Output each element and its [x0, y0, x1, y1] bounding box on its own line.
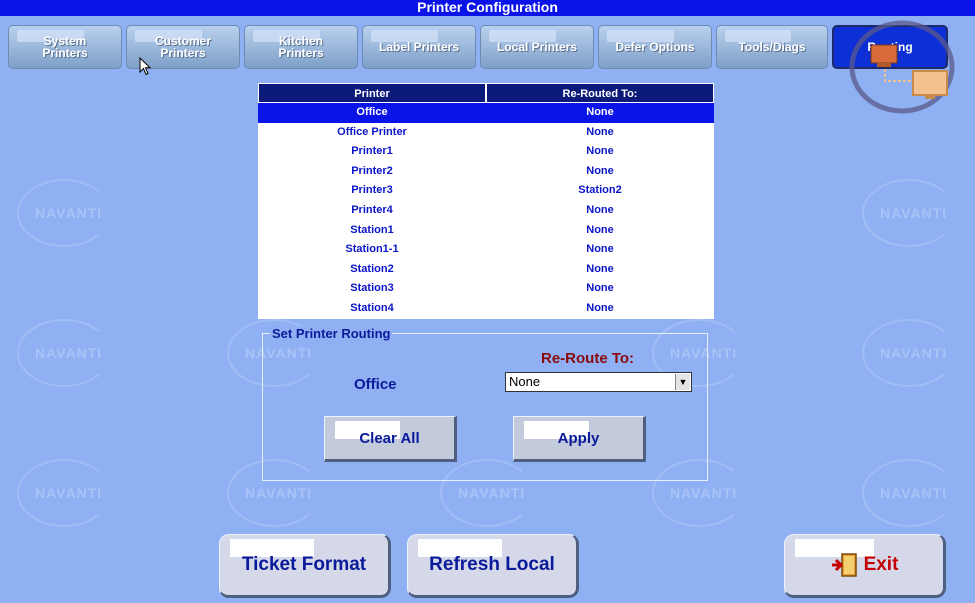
exit-label: Exit [863, 554, 899, 575]
tab-label: Kitchen Printers [278, 34, 324, 60]
refresh-local-button[interactable]: Refresh Local [407, 534, 579, 598]
tab-label: Customer Printers [154, 34, 211, 60]
ticket-format-button[interactable]: Ticket Format [219, 534, 391, 598]
routing-icon [849, 20, 955, 114]
printer-cell: Station1-1 [345, 243, 399, 256]
exit-door-icon [831, 553, 857, 577]
printer-cell: Station1 [350, 223, 394, 236]
table-header: Printer Re-Routed To: [258, 83, 714, 103]
table-row[interactable]: Station4 None [258, 299, 714, 319]
tab-local-printers[interactable]: Local Printers [480, 25, 594, 69]
tab-label: System Printers [42, 34, 88, 60]
apply-button[interactable]: Apply [513, 416, 646, 462]
rerouted-to-cell: None [586, 302, 614, 314]
table-row[interactable]: Printer1 None [258, 142, 714, 162]
refresh-local-label: Refresh Local [429, 554, 555, 575]
printer-cell: Station4 [350, 302, 394, 314]
clear-all-button[interactable]: Clear All [324, 416, 457, 462]
table-row[interactable]: Station1 None [258, 221, 714, 241]
reroute-select[interactable]: None ▼ [505, 372, 692, 392]
printer-routing-table: Printer Re-Routed To: Office None Office P… [258, 83, 714, 319]
chevron-down-icon[interactable]: ▼ [675, 374, 690, 390]
table-row[interactable]: Station2 None [258, 260, 714, 280]
printer-cell: Station3 [350, 282, 394, 295]
watermark: NAVANTI [862, 179, 956, 247]
table-row[interactable]: Printer3 Station2 [258, 181, 714, 201]
tab-system-printers[interactable]: System Printers [8, 25, 122, 69]
watermark: NAVANTI [862, 319, 956, 387]
ticket-format-label: Ticket Format [241, 554, 367, 575]
rerouted-to-cell: None [586, 262, 614, 275]
watermark: NAVANTI [17, 319, 111, 387]
rerouted-to-cell: None [586, 125, 614, 138]
reroute-to-label: Re-Route To: [541, 350, 635, 367]
tab-label: Tools/Diags [738, 40, 806, 54]
printer-cell: Printer1 [351, 145, 393, 158]
watermark: NAVANTI [440, 459, 534, 527]
table-row[interactable]: Office None [258, 103, 714, 123]
tab-label: Local Printers [496, 40, 578, 54]
watermark: NAVANTI [227, 459, 321, 527]
tab-tools-diags[interactable]: Tools/Diags [716, 25, 828, 69]
tab-label-printers[interactable]: Label Printers [362, 25, 476, 69]
watermark: NAVANTI [17, 459, 111, 527]
table-row[interactable]: Printer2 None [258, 162, 714, 182]
printer-cell: Office Printer [337, 125, 407, 138]
watermark: NAVANTI [862, 459, 956, 527]
group-title: Set Printer Routing [270, 326, 393, 341]
rerouted-to-cell: None [586, 204, 614, 216]
reroute-select-value: None [509, 374, 541, 389]
column-header-printer: Printer [258, 83, 486, 103]
tab-kitchen-printers[interactable]: Kitchen Printers [244, 25, 358, 69]
watermark: NAVANTI [17, 179, 111, 247]
table-row[interactable]: Office Printer None [258, 123, 714, 143]
column-header-rerouted-to: Re-Routed To: [486, 83, 714, 103]
tab-defer-options[interactable]: Defer Options [598, 25, 712, 69]
rerouted-to-cell: None [586, 223, 614, 236]
printer-cell: Office [356, 106, 388, 118]
exit-content: Exit [830, 552, 899, 578]
rerouted-to-cell: None [586, 145, 614, 158]
watermark: NAVANTI [652, 459, 746, 527]
tab-label: Label Printers [378, 40, 460, 54]
selected-printer-label: Office [354, 376, 397, 393]
printer-cell: Station2 [350, 262, 394, 275]
rerouted-to-cell: None [586, 164, 614, 177]
table-row[interactable]: Station1-1 None [258, 240, 714, 260]
window-title: Printer Configuration [0, 0, 975, 16]
table-row[interactable]: Printer4 None [258, 201, 714, 221]
printer-cell: Printer2 [351, 164, 393, 177]
rerouted-to-cell: Station2 [578, 184, 622, 197]
clear-all-label: Clear All [359, 429, 420, 447]
tab-label: Defer Options [615, 40, 695, 54]
mouse-cursor-icon [139, 57, 152, 76]
rerouted-to-cell: None [586, 243, 614, 256]
table-row[interactable]: Station3 None [258, 279, 714, 299]
rerouted-to-cell: None [586, 282, 614, 295]
exit-button[interactable]: Exit [784, 534, 946, 598]
rerouted-to-cell: None [586, 106, 614, 118]
printer-cell: Printer3 [351, 184, 393, 197]
printer-cell: Printer4 [351, 204, 393, 216]
apply-label: Apply [557, 429, 600, 447]
